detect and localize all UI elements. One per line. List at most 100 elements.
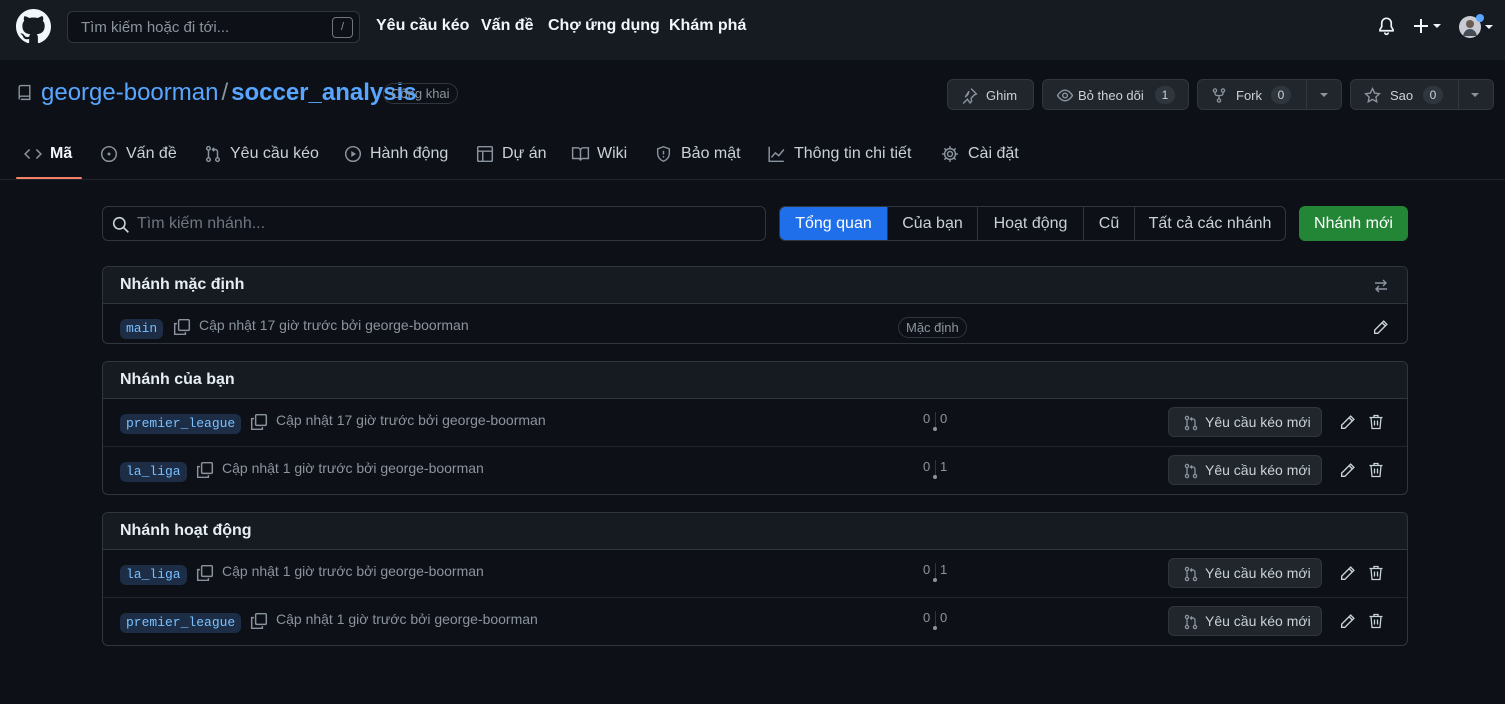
panel-title: Nhánh mặc định [120, 276, 245, 293]
star-count: 0 [1423, 86, 1443, 104]
repo-icon [16, 84, 33, 102]
edit-pencil-icon[interactable] [1339, 414, 1356, 431]
branch-row: la_liga Cập nhật 1 giờ trước bởi george-… [103, 550, 1407, 597]
filter-active[interactable]: Hoạt động [977, 207, 1083, 240]
filter-overview[interactable]: Tổng quan [780, 207, 887, 240]
global-search-input[interactable]: Tìm kiếm hoặc đi tới... / [67, 11, 360, 43]
gear-icon [941, 145, 959, 163]
nav-marketplace[interactable]: Chợ ứng dụng [548, 17, 660, 35]
tab-projects-label: Dự án [502, 145, 547, 162]
new-pull-request-button[interactable]: Yêu cầu kéo mới [1168, 558, 1322, 588]
pull-request-icon [204, 145, 222, 163]
fork-divider [1306, 80, 1307, 109]
nav-explore[interactable]: Khám phá [669, 17, 746, 35]
tab-actions-label: Hành động [370, 145, 449, 162]
edit-pencil-icon[interactable] [1339, 613, 1356, 630]
branch-name-link[interactable]: premier_league [120, 414, 242, 434]
panel-header: Nhánh hoạt động [103, 513, 1407, 550]
pull-request-icon [1183, 614, 1199, 630]
branch-name-link[interactable]: premier_league [120, 613, 242, 633]
edit-pencil-icon[interactable] [1372, 319, 1389, 336]
panel-header: Nhánh của bạn [103, 362, 1407, 399]
branch-search-input[interactable]: Tìm kiếm nhánh... [102, 206, 766, 241]
branch-row: main Cập nhật 17 giờ trước bởi george-bo… [103, 304, 1407, 343]
panel-title: Nhánh của bạn [120, 371, 235, 388]
switch-default-branch-icon[interactable] [1373, 278, 1389, 294]
star-divider [1458, 80, 1459, 109]
ahead-count: 1 [940, 459, 948, 474]
ahead-count: 1 [940, 562, 948, 577]
copy-icon[interactable] [173, 318, 191, 336]
star-button[interactable]: Sao 0 [1350, 79, 1494, 110]
ahead-behind-indicator: 0 1 [923, 459, 949, 481]
copy-icon[interactable] [196, 461, 214, 479]
ahead-behind-indicator: 0 1 [923, 562, 949, 584]
copy-icon[interactable] [250, 612, 268, 630]
fork-button[interactable]: Fork 0 [1197, 79, 1342, 110]
nav-issues[interactable]: Vấn đề [481, 17, 533, 35]
fork-icon [1211, 87, 1227, 104]
filter-all-branches[interactable]: Tất cả các nhánh [1134, 207, 1285, 240]
github-logo-icon[interactable] [16, 9, 51, 44]
branch-row: premier_league Cập nhật 17 giờ trước bởi… [103, 399, 1407, 446]
fork-dropdown-chevron-icon[interactable] [1319, 92, 1329, 98]
copy-icon[interactable] [196, 564, 214, 582]
table-icon [476, 145, 494, 163]
tab-issues-label: Vấn đề [126, 145, 177, 162]
global-search-placeholder: Tìm kiếm hoặc đi tới... [81, 19, 230, 36]
branch-updated-text: Cập nhật 1 giờ trước bởi george-boorman [276, 611, 538, 627]
star-dropdown-chevron-icon[interactable] [1470, 92, 1480, 98]
copy-icon[interactable] [250, 413, 268, 431]
tabs-divider [0, 179, 1505, 180]
user-avatar-menu[interactable] [1459, 14, 1495, 40]
fork-label: Fork [1236, 88, 1262, 103]
active-branches-panel: Nhánh hoạt động la_liga Cập nhật 1 giờ t… [102, 512, 1408, 646]
ahead-behind-dot [933, 578, 937, 582]
new-pull-request-button[interactable]: Yêu cầu kéo mới [1168, 407, 1322, 437]
tab-code[interactable]: Mã [24, 143, 82, 167]
star-icon [1364, 87, 1381, 104]
code-icon [24, 145, 42, 163]
behind-count: 0 [923, 562, 931, 577]
behind-count: 0 [923, 459, 931, 474]
your-branches-panel: Nhánh của bạn premier_league Cập nhật 17… [102, 361, 1408, 495]
ahead-behind-dot [933, 475, 937, 479]
branch-name-link[interactable]: la_liga [120, 462, 187, 482]
branch-filter-tabs: Tổng quan Của bạn Hoạt động Cũ Tất cả cá… [779, 206, 1286, 241]
repo-title: george-boorman / soccer_analysis [41, 79, 417, 107]
notification-bell-icon[interactable] [1377, 16, 1396, 36]
global-header: Tìm kiếm hoặc đi tới... / Yêu cầu kéo Vấ… [0, 0, 1505, 60]
panel-title: Nhánh hoạt động [120, 522, 252, 539]
branch-updated-text: Cập nhật 1 giờ trước bởi george-boorman [222, 460, 484, 476]
branch-name-link[interactable]: la_liga [120, 565, 187, 585]
branch-row: premier_league Cập nhật 1 giờ trước bởi … [103, 597, 1407, 644]
ahead-behind-divider [935, 412, 936, 428]
search-icon [112, 216, 130, 234]
panel-header: Nhánh mặc định [103, 267, 1407, 304]
edit-pencil-icon[interactable] [1339, 462, 1356, 479]
nav-pull-requests[interactable]: Yêu cầu kéo [376, 17, 469, 35]
branch-updated-text: Cập nhật 17 giờ trước bởi george-boorman [276, 412, 546, 428]
delete-trash-icon[interactable] [1368, 564, 1384, 582]
pin-button[interactable]: Ghim [947, 79, 1034, 110]
new-pull-request-button[interactable]: Yêu cầu kéo mới [1168, 455, 1322, 485]
unwatch-button[interactable]: Bỏ theo dõi 1 [1042, 79, 1189, 110]
pin-icon [961, 87, 978, 104]
delete-trash-icon[interactable] [1368, 461, 1384, 479]
new-pull-request-button[interactable]: Yêu cầu kéo mới [1168, 606, 1322, 636]
pull-request-icon [1183, 415, 1199, 431]
delete-trash-icon[interactable] [1368, 413, 1384, 431]
branch-name-link[interactable]: main [120, 319, 164, 339]
delete-trash-icon[interactable] [1368, 612, 1384, 630]
ahead-behind-dot [933, 427, 937, 431]
create-new-plus-icon[interactable] [1412, 17, 1442, 35]
unwatch-label: Bỏ theo dõi [1078, 88, 1144, 103]
new-branch-button[interactable]: Nhánh mới [1299, 206, 1408, 241]
tab-wiki-label: Wiki [597, 145, 628, 162]
ahead-behind-indicator: 0 0 [923, 610, 949, 632]
edit-pencil-icon[interactable] [1339, 565, 1356, 582]
filter-stale[interactable]: Cũ [1083, 207, 1134, 240]
repo-owner-link[interactable]: george-boorman [41, 79, 218, 106]
filter-yours[interactable]: Của bạn [887, 207, 977, 240]
default-badge: Mặc định [898, 317, 967, 338]
